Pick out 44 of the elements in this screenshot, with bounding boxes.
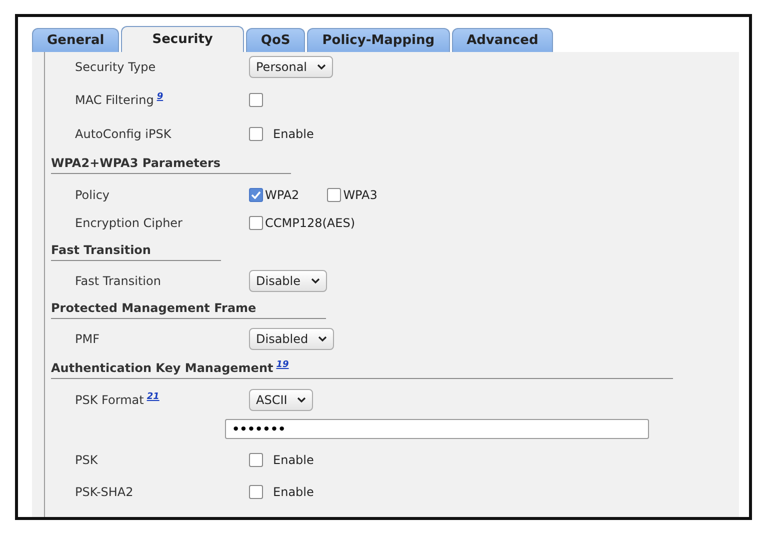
field-label: AutoConfig iPSK xyxy=(74,126,172,140)
footnote-link[interactable]: 21 xyxy=(146,392,160,402)
checkbox[interactable] xyxy=(249,188,263,202)
option-label: WPA3 xyxy=(343,188,378,202)
field-label: PSK-SHA2 xyxy=(74,484,134,498)
dropdown[interactable]: Disable xyxy=(249,270,327,292)
field-label: PMF xyxy=(74,332,100,346)
checkbox[interactable] xyxy=(249,92,263,106)
dropdown[interactable]: ASCII xyxy=(249,388,314,410)
option-label: Enable xyxy=(273,126,314,140)
field-label: PSK xyxy=(74,452,99,466)
chevron-down-icon xyxy=(318,336,328,342)
password-field[interactable]: ••••••• xyxy=(225,419,649,439)
field-label: Security Type xyxy=(74,60,157,74)
section-header: Protected Management Frame xyxy=(51,301,326,319)
tab[interactable]: QoS xyxy=(246,28,306,52)
section-header: Authentication Key Management $^{19}$ xyxy=(51,360,673,378)
option-label: Enable xyxy=(273,452,314,466)
field-label: PSK Format $^{21}$ xyxy=(74,392,160,407)
tab[interactable]: Policy-Mapping xyxy=(307,28,450,52)
chevron-down-icon xyxy=(297,396,306,402)
dropdown[interactable]: Personal xyxy=(249,56,334,78)
field-label: Encryption Cipher xyxy=(74,216,184,230)
option-label: Enable xyxy=(273,484,314,498)
tab[interactable]: Advanced xyxy=(452,28,554,52)
checkbox[interactable] xyxy=(249,126,263,140)
section-header: Fast Transition xyxy=(51,242,221,260)
field-label: Fast Transition xyxy=(74,274,162,288)
checkbox[interactable] xyxy=(249,452,263,466)
field-label: MAC Filtering $^{9}$ xyxy=(74,92,164,107)
field-label: Policy xyxy=(74,188,111,202)
footnote-link[interactable]: 9 xyxy=(156,92,164,102)
chevron-down-icon xyxy=(310,278,320,284)
checkbox[interactable] xyxy=(327,188,342,202)
section-header: WPA2+WPA3 Parameters xyxy=(51,156,291,174)
checkbox[interactable] xyxy=(249,216,263,230)
dropdown[interactable]: Disabled xyxy=(249,328,334,350)
checkbox[interactable] xyxy=(249,484,263,498)
option-label: WPA2 xyxy=(265,188,300,202)
footnote-link[interactable]: 19 xyxy=(276,360,289,370)
tab[interactable]: Security xyxy=(121,26,244,52)
tab[interactable]: General xyxy=(32,28,120,52)
option-label: CCMP128(AES) xyxy=(265,216,356,230)
chevron-down-icon xyxy=(317,64,326,70)
